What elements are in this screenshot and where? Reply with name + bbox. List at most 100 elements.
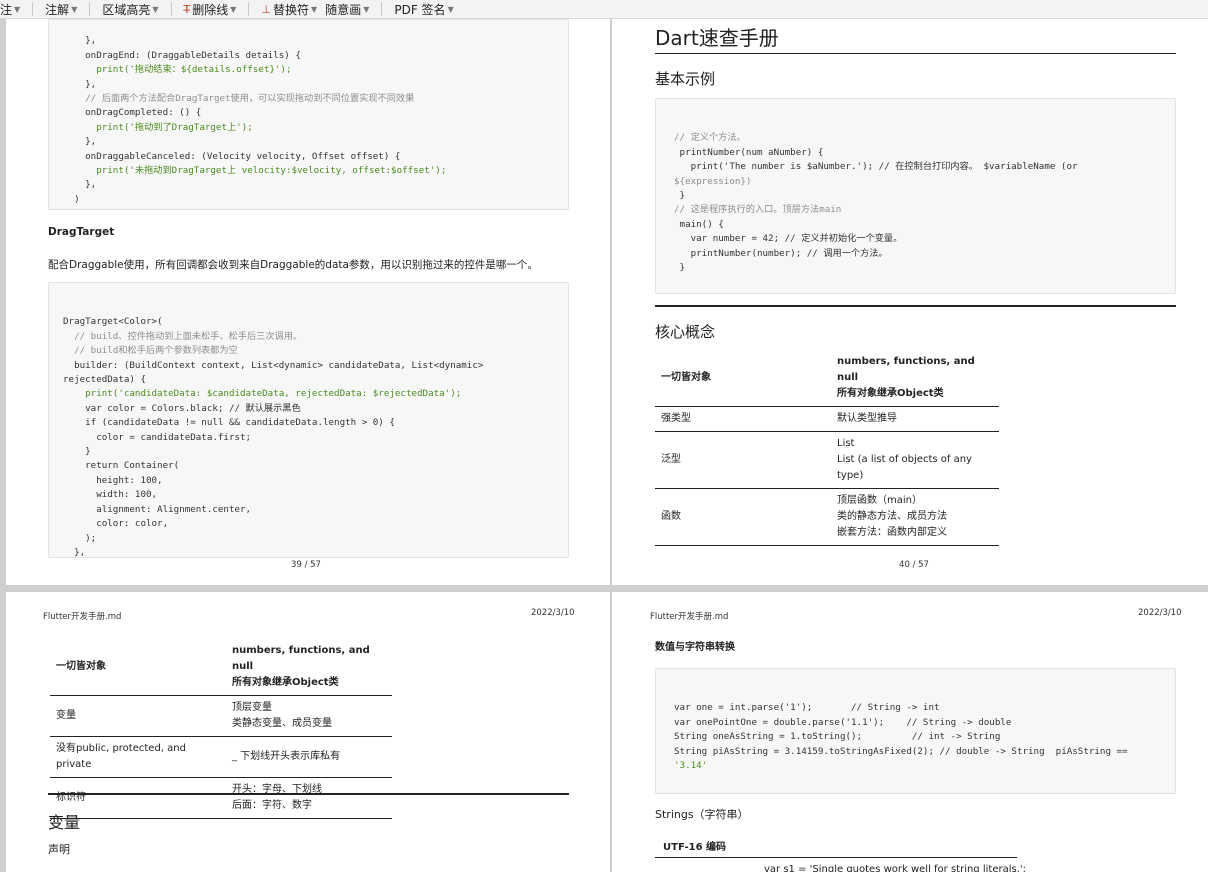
code-line: var one = int.parse('1'); // String -> i… <box>674 702 940 714</box>
code-line: return Container( <box>63 460 180 472</box>
toolbar-label: 替换符 <box>273 2 310 17</box>
section-divider <box>655 305 1176 307</box>
subsection-heading-declaration: 声明 <box>48 843 70 856</box>
toolbar-replace[interactable]: ⊥ 替换符 ▼ <box>257 0 321 18</box>
code-line: ) <box>63 193 80 205</box>
cell-line: List (a list of objects of any type) <box>837 454 972 481</box>
code-line: rejectedData) { <box>63 374 146 386</box>
table-cell: 泛型 <box>655 431 831 489</box>
code-line: } <box>63 446 91 458</box>
cell-line: 类静态变量、成员变量 <box>232 718 332 729</box>
toolbar-annotation[interactable]: 注解 ▼ <box>41 0 81 18</box>
table-cell: 顶层函数（main） 类的静态方法、成员方法 嵌套方法：函数内部定义 <box>831 488 999 546</box>
page-title: Dart速查手册 <box>655 26 779 50</box>
code-line: var number = 42; // 定义并初始化一个变量。 <box>674 233 903 245</box>
code-line: String piAsString = 3.14159.toStringAsFi… <box>674 745 1128 757</box>
table-header-cell: 一切皆对象 <box>50 639 226 696</box>
table-cell: 没有public, protected, and private <box>50 736 226 778</box>
table-header-row: 一切皆对象 numbers, functions, and null 所有对象继承… <box>50 639 392 696</box>
cell-line: 顶层变量 <box>232 702 272 713</box>
toolbar-label: 注 <box>0 2 13 17</box>
replace-icon: ⊥ <box>261 2 272 16</box>
table-header-rule <box>655 857 1017 858</box>
section-heading-strings: Strings（字符串） <box>655 808 749 821</box>
code-block-conversion: var one = int.parse('1'); // String -> i… <box>655 668 1176 794</box>
table-cell: _ 下划线开头表示库私有 <box>226 736 392 778</box>
code-line: // 定义个方法。 <box>674 132 746 144</box>
header-line: numbers, functions, and null <box>837 356 975 383</box>
toolbar-freehand[interactable]: 随意画 ▼ <box>321 0 373 18</box>
code-line: '3.14' <box>674 760 708 772</box>
toolbar-label: 注解 <box>45 2 70 17</box>
code-line: color: color, <box>63 518 169 530</box>
page-header-filename: Flutter开发手册.md <box>650 612 729 622</box>
pdf-page-39: }, onDragEnd: (DraggableDetails details)… <box>6 19 610 585</box>
code-line: ${expression}) <box>674 175 752 187</box>
table-header-cell: 一切皆对象 <box>655 350 831 407</box>
header-line: 所有对象继承Object类 <box>837 388 944 399</box>
code-line: String oneAsString = 1.toString(); // in… <box>674 731 1001 743</box>
pdf-page-41: Flutter开发手册.md 2022/3/10 一切皆对象 numbers, … <box>6 592 610 872</box>
code-line: onDragEnd: (DraggableDetails details) { <box>63 49 301 61</box>
chevron-down-icon: ▼ <box>311 4 318 14</box>
code-line: }, <box>63 179 97 191</box>
cell-line: 嵌套方法：函数内部定义 <box>837 527 947 538</box>
cell-line: _ 下划线开头表示库私有 <box>232 751 341 762</box>
chevron-down-icon: ▼ <box>447 4 454 14</box>
code-line: }, <box>63 78 97 90</box>
table-row: 函数 顶层函数（main） 类的静态方法、成员方法 嵌套方法：函数内部定义 <box>655 488 999 546</box>
chevron-down-icon: ▼ <box>14 4 21 14</box>
code-line: builder: (BuildContext context, List<dyn… <box>63 359 484 371</box>
toolbar-pdf-sign[interactable]: PDF 签名 ▼ <box>390 0 457 18</box>
core-concepts-table-continued: 一切皆对象 numbers, functions, and null 所有对象继承… <box>50 639 392 819</box>
table-cell: 强类型 <box>655 406 831 432</box>
toolbar-area-highlight[interactable]: 区域高亮 ▼ <box>98 0 162 18</box>
toolbar-label: 随意画 <box>325 2 362 17</box>
section-heading-basic-example: 基本示例 <box>655 70 716 88</box>
code-line: print('candidateData: $candidateData, re… <box>63 388 462 400</box>
chevron-down-icon: ▼ <box>363 4 370 14</box>
code-line: DragTarget<Color>( <box>63 316 163 328</box>
table-header-cell: numbers, functions, and null 所有对象继承Object… <box>831 350 999 407</box>
chevron-down-icon: ▼ <box>152 4 159 14</box>
header-line: 所有对象继承Object类 <box>232 677 339 688</box>
toolbar-label: PDF 签名 <box>394 2 446 17</box>
code-line: // build和松手后两个参数列表都为空 <box>63 345 238 357</box>
cell-line: 类的静态方法、成员方法 <box>837 511 947 522</box>
page-header-date: 2022/3/10 <box>1138 608 1182 618</box>
page-header-filename: Flutter开发手册.md <box>43 612 122 622</box>
page-number: 39 / 57 <box>291 560 321 570</box>
annotation-toolbar: 注 ▼ 注解 ▼ 区域高亮 ▼ T̶ 删除线 ▼ ⊥ 替换符 ▼ 随意画 ▼ PDF 签名 ▼ <box>0 0 1208 19</box>
cell-line: 默认类型推导 <box>837 413 897 424</box>
code-block-draggable: }, onDragEnd: (DraggableDetails details)… <box>48 19 569 210</box>
code-line: ); <box>63 532 97 544</box>
toolbar-separator <box>89 2 91 16</box>
cell-line: 顶层函数（main） <box>837 495 922 506</box>
code-line: }, <box>63 136 97 148</box>
cell-line: List <box>837 438 855 449</box>
code-line: main() { <box>674 218 724 230</box>
toolbar-separator <box>381 2 383 16</box>
code-line: } <box>674 190 686 202</box>
code-block-dragtarget: DragTarget<Color>( // build、控件拖动到上面未松手、松… <box>48 282 569 558</box>
chevron-down-icon: ▼ <box>71 4 78 14</box>
title-rule <box>655 53 1176 54</box>
table-cell: 变量 <box>50 695 226 737</box>
table-header-row: 一切皆对象 numbers, functions, and null 所有对象继承… <box>655 350 999 407</box>
table-cell: 顶层变量类静态变量、成员变量 <box>226 695 392 737</box>
code-line: }, <box>63 35 97 47</box>
code-line: }, <box>63 546 86 558</box>
code-line: height: 100, <box>63 474 163 486</box>
toolbar-annotate-partial[interactable]: 注 ▼ <box>0 0 24 18</box>
toolbar-strikethrough[interactable]: T̶ 删除线 ▼ <box>180 0 241 18</box>
toolbar-label: 删除线 <box>192 2 229 17</box>
code-line: } <box>674 262 686 274</box>
table-cell-cutoff: var s1 = 'Single quotes work well for st… <box>764 864 1026 872</box>
code-line: onDraggableCanceled: (Velocity velocity,… <box>63 150 401 162</box>
table-cell: List List (a list of objects of any type) <box>831 431 999 489</box>
chevron-down-icon: ▼ <box>230 4 237 14</box>
table-cell: 开头：字母、下划线 后面：字符、数字 <box>226 777 392 819</box>
toolbar-label: 区域高亮 <box>102 2 151 17</box>
cell-line: 开头：字母、下划线 <box>232 784 322 795</box>
code-line: printNumber(num aNumber) { <box>674 146 824 158</box>
